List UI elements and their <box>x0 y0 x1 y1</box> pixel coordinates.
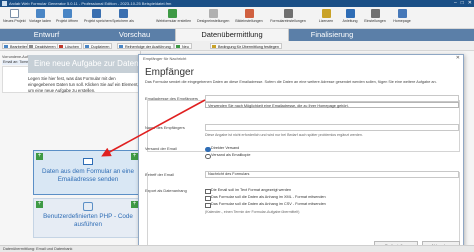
subject-field[interactable]: Nachricht des Formulars <box>205 171 459 178</box>
settings-button[interactable]: Einstellungen <box>362 9 388 27</box>
disable-button[interactable]: Deaktivieren <box>27 43 59 49</box>
homepage-button[interactable]: Homepage <box>390 9 414 27</box>
dialog-title: Empfänger für Nachricht <box>143 56 187 61</box>
close-icon[interactable]: ✕ <box>468 0 472 7</box>
export-label: Export als Datenanhang <box>145 188 187 193</box>
plus-icon: + <box>131 153 138 160</box>
create-form-button[interactable]: Webformular erstellen <box>156 9 191 27</box>
duplicate-button[interactable]: Duplizieren <box>83 43 113 49</box>
design-settings-button[interactable]: Designeinstellungen <box>197 9 229 27</box>
gear-icon <box>370 9 380 18</box>
save-project-icon <box>91 9 101 18</box>
name-field[interactable] <box>205 124 459 131</box>
help-button[interactable]: Anleitung <box>339 9 361 27</box>
window-controls: – □ ✕ <box>454 0 472 7</box>
create-form-icon <box>167 9 177 18</box>
add-task-banner: Eine neue Aufgabe zur Datenübermittlung … <box>28 55 141 73</box>
new-project-button[interactable]: Neues Projekt <box>3 9 26 27</box>
license-key-icon <box>321 9 331 18</box>
php-task-card[interactable]: + + Benutzerdefinierten PHP - Code ausfü… <box>33 198 141 238</box>
add-task-description: Legen Sie hier fest, was das Formular mi… <box>28 76 139 93</box>
save-project-button[interactable]: Projekt speichern <box>84 9 112 27</box>
delete-button[interactable]: Löschen <box>57 43 82 49</box>
maximize-icon[interactable]: □ <box>461 0 464 7</box>
open-project-icon <box>62 9 72 18</box>
recipient-dialog: Empfänger für Nachricht ✕ Empfänger Das … <box>138 54 464 250</box>
app-window: Arclab Web Formular Generator 5.0.11 - P… <box>0 0 474 252</box>
tab-datenuebermittlung[interactable]: Datenübermittlung <box>175 29 289 41</box>
open-template-button[interactable]: Vorlage laden <box>29 9 51 27</box>
condition-button[interactable]: Bedingung für Übermittlung festlegen <box>210 43 282 49</box>
form-settings-icon <box>283 9 293 18</box>
title-bar: Arclab Web Formular Generator 5.0.11 - P… <box>0 0 474 7</box>
order-button[interactable]: Reihenfolge der Ausführung <box>117 43 174 49</box>
design-settings-icon <box>208 9 218 18</box>
main-tabs: Entwurf Vorschau Datenübermittlung Final… <box>0 29 474 41</box>
subject-group <box>147 172 460 246</box>
image-settings-button[interactable]: Bildeinstellungen <box>234 9 264 27</box>
xml-attachment-checkbox[interactable]: Das Formular soll die Daten als Anhang i… <box>205 195 326 201</box>
name-hint: Diese Angabe ist nicht erforderlich und … <box>205 133 363 137</box>
new-task-button[interactable]: Neu <box>174 43 192 49</box>
home-icon <box>397 9 407 18</box>
email-task-label: Daten aus dem Formular an eine Emailadre… <box>41 168 135 183</box>
open-template-icon <box>35 9 45 18</box>
export-hint: (Kalender-, einen Termin der Formular-Au… <box>205 210 300 214</box>
text-format-checkbox[interactable]: Die Email soll im Text Format angezeigt … <box>205 188 291 194</box>
plus-icon: + <box>131 201 138 208</box>
license-button[interactable]: Lizenzen <box>316 9 336 27</box>
tab-entwurf[interactable]: Entwurf <box>0 29 93 41</box>
tab-finalisierung[interactable]: Finalisierung <box>290 29 374 41</box>
php-task-label: Benutzerdefinierten PHP - Code ausführen <box>43 213 133 228</box>
email-task-card[interactable]: + + Daten aus dem Formular an eine Email… <box>33 150 141 195</box>
status-bar: Datenübermittlung: Email und Datenbank <box>0 245 474 252</box>
plus-icon: + <box>36 201 43 208</box>
email-tooltip: Verwenden Sie nach Möglichkeit eine Emai… <box>205 102 459 108</box>
help-icon <box>345 9 355 18</box>
save-as-icon <box>118 9 128 18</box>
name-label: Name des Empfängers <box>145 125 185 130</box>
copy-send-radio[interactable]: Versand als Emailkopie <box>205 153 250 159</box>
send-label: Versand der Email <box>145 146 177 151</box>
direct-send-radio[interactable]: Direkter Versand <box>205 146 239 152</box>
minimize-icon[interactable]: – <box>454 0 457 7</box>
email-field[interactable] <box>205 95 459 102</box>
form-settings-button[interactable]: Formulareinstellungen <box>270 9 306 27</box>
open-project-button[interactable]: Projekt öffnen <box>56 9 78 27</box>
image-settings-icon <box>244 9 254 18</box>
dialog-intro: Das Formular sendet die eingegebenen Dat… <box>145 80 437 84</box>
app-icon <box>2 1 7 6</box>
envelope-icon <box>83 158 93 165</box>
close-icon[interactable]: ✕ <box>456 55 460 61</box>
window-title: Arclab Web Formular Generator 5.0.11 - P… <box>9 1 172 6</box>
dialog-heading: Empfänger <box>145 67 194 78</box>
ribbon-toolbar: Neues Projekt Vorlage laden Projekt öffn… <box>0 7 474 29</box>
new-project-icon <box>9 9 19 18</box>
tab-vorschau[interactable]: Vorschau <box>94 29 175 41</box>
task-toolbar: Bearbeiten Deaktivieren Löschen Duplizie… <box>0 41 474 51</box>
save-as-button[interactable]: Speichern als <box>111 9 135 27</box>
code-icon <box>83 202 93 211</box>
plus-icon: + <box>36 153 43 160</box>
csv-attachment-checkbox[interactable]: Das Formular soll die Daten als Anhang i… <box>205 202 326 208</box>
